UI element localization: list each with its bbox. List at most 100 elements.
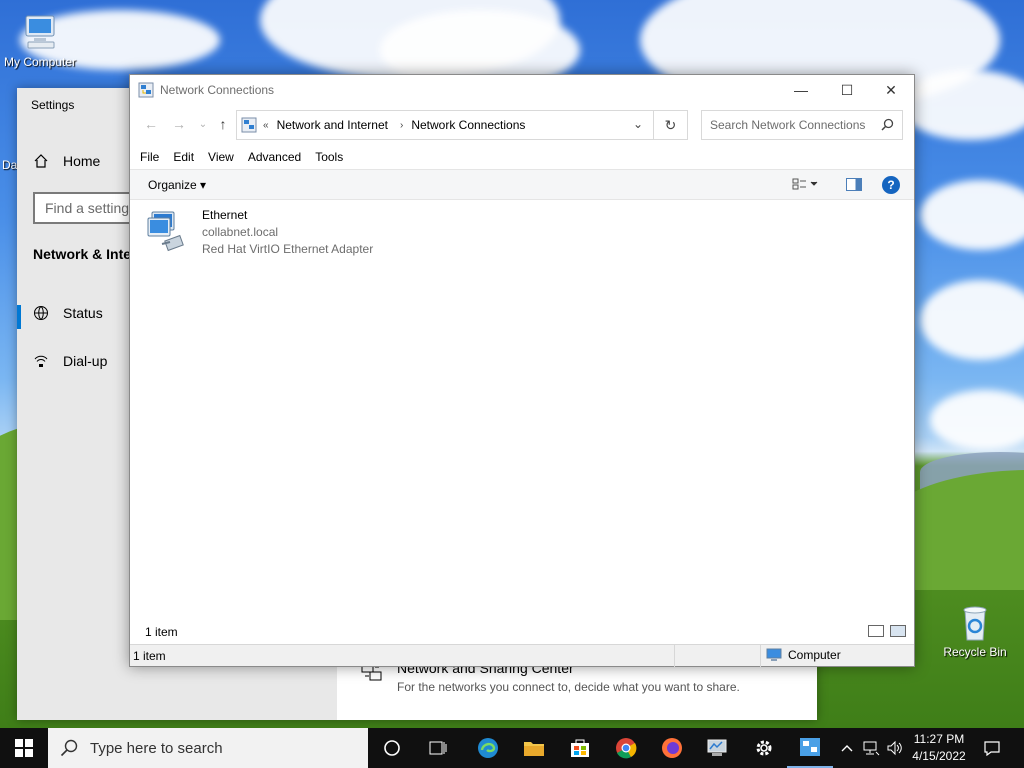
- ethernet-adapter-icon: [147, 211, 184, 252]
- clock-date: 4/15/2022: [912, 749, 966, 763]
- speaker-icon: [887, 740, 902, 756]
- sharing-center-description: For the networks you connect to, decide …: [397, 680, 740, 694]
- menu-file[interactable]: File: [140, 150, 159, 164]
- view-toggle-group: [868, 625, 906, 637]
- details-view-icon[interactable]: [868, 625, 884, 637]
- organize-button[interactable]: Organize ▾: [148, 178, 206, 192]
- window-title: Network Connections: [160, 83, 275, 97]
- network-tray-button[interactable]: [860, 728, 882, 768]
- back-button[interactable]: ←: [140, 113, 162, 135]
- command-bar: Organize ▾ ?: [130, 169, 914, 200]
- cortana-button[interactable]: [369, 728, 415, 768]
- status-item-count: 1 item: [133, 649, 166, 663]
- status-zone-label: Computer: [788, 648, 841, 662]
- store-taskbar-button[interactable]: [557, 728, 603, 768]
- recycle-bin-icon: [963, 606, 987, 641]
- dialup-icon: [34, 355, 48, 367]
- status-divider: [760, 645, 761, 667]
- status-divider: [674, 645, 675, 667]
- edge-icon: [478, 738, 498, 758]
- cloud: [920, 280, 1024, 360]
- show-hidden-icons-button[interactable]: [838, 728, 856, 768]
- cloud: [920, 180, 1024, 250]
- search-input[interactable]: Search Network Connections: [701, 110, 903, 140]
- cloud: [930, 390, 1024, 450]
- network-app-taskbar-button[interactable]: [695, 728, 741, 768]
- file-explorer-taskbar-button[interactable]: [511, 728, 557, 768]
- forward-button[interactable]: →: [168, 113, 190, 135]
- taskbar-search-box[interactable]: Type here to search: [48, 728, 368, 768]
- firefox-icon: [662, 738, 682, 758]
- change-view-button[interactable]: [792, 177, 818, 194]
- chrome-taskbar-button[interactable]: [603, 728, 649, 768]
- cloud: [900, 70, 1024, 140]
- network-connections-taskbar-button[interactable]: [787, 728, 833, 768]
- settings-section-title: Network & Inte: [33, 246, 132, 262]
- chevron-up-icon: [841, 745, 853, 752]
- status-zone: Computer: [766, 648, 841, 662]
- close-button[interactable]: ✕: [868, 75, 914, 105]
- connection-adapter: Red Hat VirtIO Ethernet Adapter: [202, 242, 374, 256]
- nav-label: Status: [63, 305, 103, 321]
- network-connections-window: Network Connections — ☐ ✕ ← → ⌄ ↑ « Netw…: [129, 74, 915, 667]
- breadcrumb-network-and-internet[interactable]: Network and Internet: [277, 118, 388, 132]
- search-icon: [881, 118, 894, 131]
- menu-advanced[interactable]: Advanced: [248, 150, 301, 164]
- refresh-button[interactable]: ↻: [654, 110, 688, 140]
- settings-taskbar-button[interactable]: [741, 728, 787, 768]
- home-icon: [34, 154, 48, 168]
- menu-bar: File Edit View Advanced Tools: [140, 150, 343, 164]
- network-status-icon: [863, 741, 880, 756]
- folder-icon: [524, 742, 544, 756]
- minimize-button[interactable]: —: [778, 75, 824, 105]
- cortana-icon: [384, 740, 400, 756]
- task-view-button[interactable]: [415, 728, 461, 768]
- volume-tray-button[interactable]: [884, 728, 906, 768]
- settings-home-link[interactable]: Home: [33, 153, 100, 169]
- network-monitor-icon: [707, 739, 727, 756]
- address-dropdown-icon[interactable]: ⌄: [633, 117, 643, 131]
- breadcrumb-network-connections[interactable]: Network Connections: [411, 118, 525, 132]
- notification-icon: [984, 741, 1000, 756]
- clock-time: 11:27 PM: [913, 732, 965, 746]
- task-view-icon: [429, 741, 447, 755]
- menu-edit[interactable]: Edit: [173, 150, 194, 164]
- network-connections-icon: [800, 738, 820, 756]
- breadcrumb-overflow[interactable]: «: [263, 120, 269, 131]
- globe-icon: [34, 306, 48, 321]
- chevron-right-icon[interactable]: ›: [400, 120, 403, 131]
- desktop-icon-my-computer[interactable]: My Computer: [0, 12, 80, 69]
- menu-view[interactable]: View: [208, 150, 234, 164]
- recent-locations-button[interactable]: ⌄: [192, 113, 214, 135]
- start-button[interactable]: [0, 728, 48, 768]
- computer-icon: [25, 15, 55, 49]
- search-placeholder: Search Network Connections: [710, 118, 866, 132]
- action-center-button[interactable]: [978, 728, 1006, 768]
- preview-pane-button[interactable]: [846, 178, 862, 191]
- large-icons-view-icon[interactable]: [890, 625, 906, 637]
- maximize-button[interactable]: ☐: [824, 75, 870, 105]
- edge-taskbar-button[interactable]: [465, 728, 511, 768]
- firefox-taskbar-button[interactable]: [649, 728, 695, 768]
- desktop-icon-label: Recycle Bin: [943, 645, 1007, 659]
- address-bar[interactable]: « Network and Internet › Network Connect…: [236, 110, 654, 140]
- up-button[interactable]: ↑: [212, 113, 234, 135]
- desktop-icon-recycle-bin[interactable]: Recycle Bin: [935, 602, 1015, 659]
- network-connections-icon: [138, 82, 154, 98]
- status-bar: 1 item Computer: [130, 644, 914, 667]
- taskbar-clock[interactable]: 11:27 PM 4/15/2022: [908, 731, 970, 765]
- nav-label: Dial-up: [63, 353, 108, 369]
- desktop-icon-label: My Computer: [3, 55, 77, 69]
- taskbar-search-placeholder: Type here to search: [90, 739, 223, 757]
- windows-logo-icon: [15, 739, 33, 757]
- taskbar: Type here to search 11:27 PM 4/15/2022: [0, 728, 1024, 768]
- network-connections-icon: [241, 117, 257, 133]
- chrome-icon: [616, 738, 637, 759]
- list-item[interactable]: Ethernet collabnet.local Red Hat VirtIO …: [146, 208, 373, 256]
- menu-tools[interactable]: Tools: [315, 150, 343, 164]
- help-button[interactable]: ?: [882, 176, 900, 194]
- desktop-partial-label: Da: [2, 158, 18, 172]
- store-icon: [571, 739, 589, 757]
- connection-network: collabnet.local: [202, 225, 279, 239]
- title-bar[interactable]: Network Connections — ☐ ✕: [130, 75, 914, 105]
